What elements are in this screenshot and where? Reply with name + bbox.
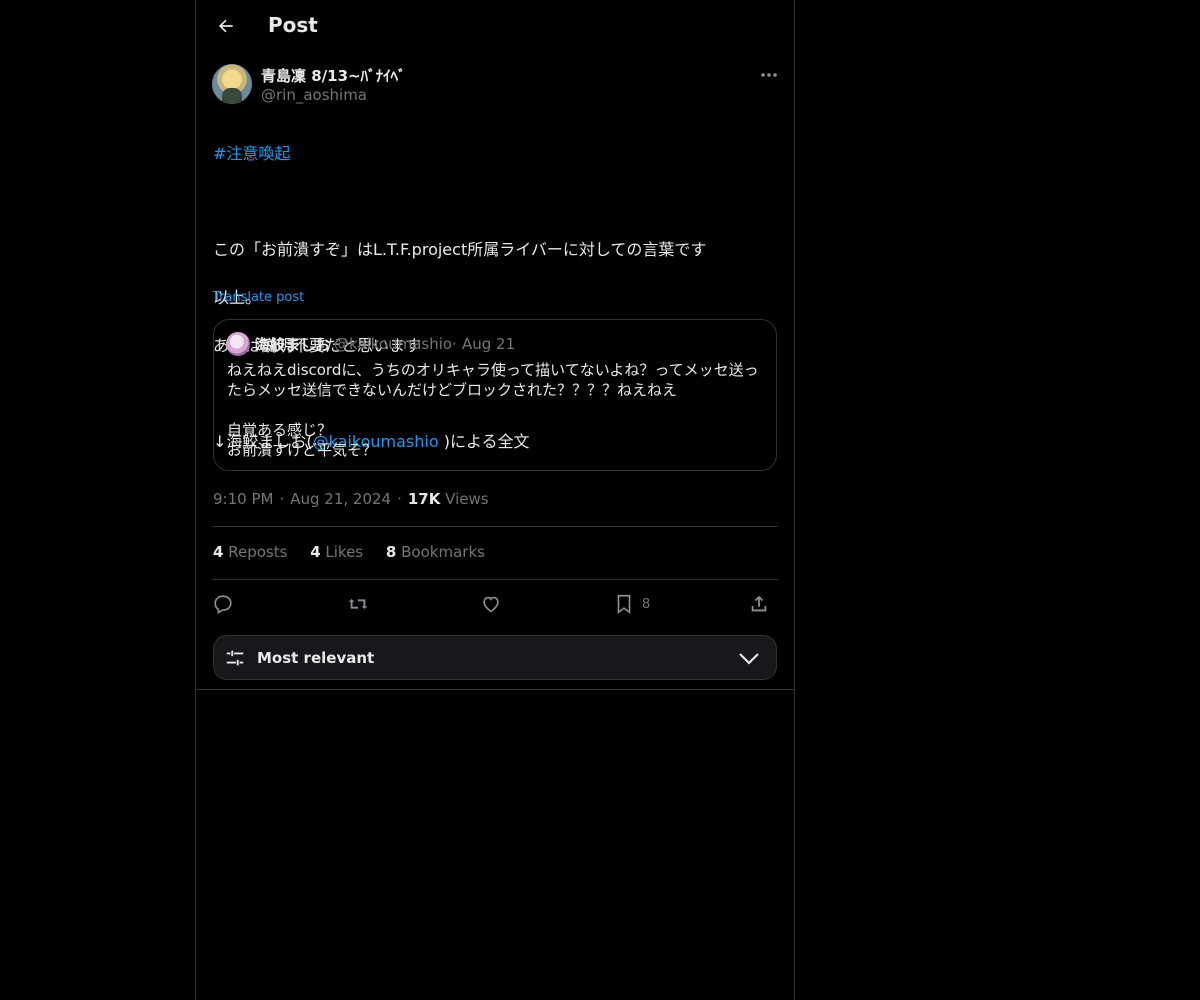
- repost-icon: [348, 598, 368, 610]
- bookmark-icon: [617, 594, 631, 614]
- reply-button[interactable]: [212, 591, 234, 617]
- reply-sort-dropdown[interactable]: Most relevant: [213, 635, 777, 680]
- chevron-down-icon: [739, 653, 759, 665]
- quoted-line: ねえねえdiscordに、うちのオリキャラ使って描いてないよね？ってメッセ送っ: [227, 361, 759, 379]
- quoted-avatar: [226, 332, 250, 356]
- author-handle[interactable]: @rin_aoshima: [261, 86, 367, 104]
- separator-dot: ·: [279, 490, 285, 508]
- top-bar: Post: [196, 0, 794, 53]
- sliders-icon: [226, 650, 244, 666]
- quoted-handle: @kaikoumashio: [334, 335, 453, 353]
- repost-button[interactable]: [346, 591, 370, 617]
- likes-count: 4: [310, 543, 321, 561]
- views-label: Views: [445, 490, 489, 508]
- share-button[interactable]: [748, 591, 770, 617]
- quoted-line: 自覚ある感じ？: [227, 421, 333, 439]
- quoted-display-name: 海鮫ましお: [255, 336, 331, 354]
- more-icon: [761, 73, 777, 77]
- bookmark-button[interactable]: 8: [614, 591, 650, 617]
- bookmarks-label: Bookmarks: [401, 543, 485, 561]
- back-button[interactable]: [208, 8, 244, 44]
- reply-icon: [214, 595, 232, 614]
- views-count: 17K: [407, 490, 441, 508]
- divider: [212, 579, 778, 580]
- likes-label: Likes: [325, 543, 364, 561]
- back-arrow-icon: [218, 19, 233, 33]
- more-button[interactable]: [752, 64, 786, 86]
- divider: [196, 689, 794, 690]
- reposts-label: Reposts: [228, 543, 288, 561]
- divider: [212, 526, 778, 527]
- separator-dot: ·: [397, 490, 402, 508]
- avatar[interactable]: [212, 64, 252, 104]
- post-meta: 9:10 PM · Aug 21, 2024 · 17K Views: [213, 490, 489, 508]
- bookmarks-stat[interactable]: 8 Bookmarks: [386, 543, 485, 561]
- bookmarks-count: 8: [385, 543, 397, 561]
- like-button[interactable]: [480, 591, 502, 617]
- heart-icon: [483, 596, 499, 613]
- post-time[interactable]: 9:10 PM: [213, 490, 273, 508]
- quoted-post[interactable]: 海鮫ましお @kaikoumashio · Aug 21 ねえねえdiscord…: [213, 319, 777, 471]
- likes-stat[interactable]: 4 Likes: [310, 543, 363, 561]
- reposts-stat[interactable]: 4 Reposts: [213, 543, 287, 561]
- post-line: この「お前潰すぞ」はL.T.F.project所属ライバーに対しての言葉です: [213, 240, 707, 259]
- quoted-line: たらメッセ送信できないんだけどブロックされた？？？？ねえねえ: [227, 381, 678, 399]
- engagement-stats: 4 Reposts 4 Likes 8 Bookmarks: [213, 543, 503, 561]
- post-column: Post 青島凜 8/13~ﾊﾞﾅｲﾍﾞ @rin_aoshima #注意喚起 …: [195, 0, 795, 1000]
- sort-label: Most relevant: [257, 649, 375, 667]
- translate-post-link[interactable]: Translate post: [213, 290, 304, 305]
- post-date[interactable]: Aug 21, 2024: [290, 490, 391, 508]
- separator-dot: ·: [452, 335, 457, 353]
- action-bar: 8: [212, 589, 778, 619]
- bookmark-count: 8: [642, 596, 651, 612]
- author-display-name[interactable]: 青島凜 8/13~ﾊﾞﾅｲﾍﾞ: [261, 65, 406, 86]
- share-icon: [751, 595, 767, 612]
- quoted-date: Aug 21: [462, 335, 516, 353]
- quoted-text: ねえねえdiscordに、うちのオリキャラ使って描いてないよね？ってメッセ送っ …: [227, 360, 767, 460]
- page-title: Post: [268, 13, 318, 37]
- reposts-count: 4: [213, 543, 224, 561]
- hashtag-link[interactable]: #注意喚起: [213, 142, 773, 166]
- quoted-line: お前潰すけど平気そ？: [227, 441, 378, 459]
